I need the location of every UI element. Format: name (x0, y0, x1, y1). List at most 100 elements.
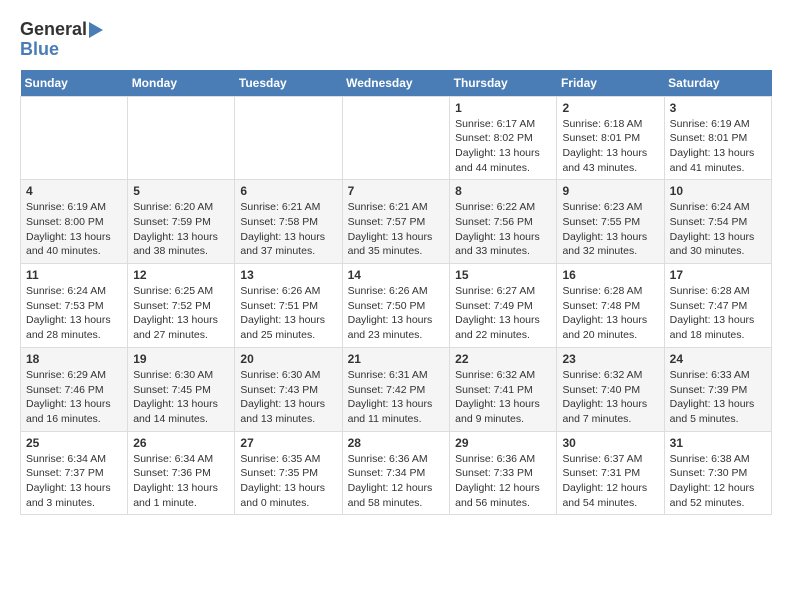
calendar-cell: 17 Sunrise: 6:28 AM Sunset: 7:47 PM Dayli… (664, 264, 771, 348)
day-info: Sunrise: 6:28 AM Sunset: 7:47 PM Dayligh… (670, 284, 766, 343)
day-info: Sunrise: 6:34 AM Sunset: 7:36 PM Dayligh… (133, 452, 229, 511)
day-info: Sunrise: 6:32 AM Sunset: 7:41 PM Dayligh… (455, 368, 551, 427)
calendar-cell (342, 96, 450, 180)
day-info: Sunrise: 6:18 AM Sunset: 8:01 PM Dayligh… (562, 117, 658, 176)
calendar-cell: 20 Sunrise: 6:30 AM Sunset: 7:43 PM Dayli… (235, 347, 342, 431)
day-number: 17 (670, 268, 766, 282)
day-number: 9 (562, 184, 658, 198)
day-number: 18 (26, 352, 122, 366)
weekday-header-tuesday: Tuesday (235, 70, 342, 97)
day-number: 11 (26, 268, 122, 282)
calendar-cell (128, 96, 235, 180)
logo-general: General (20, 20, 87, 40)
day-number: 1 (455, 101, 551, 115)
calendar-cell: 19 Sunrise: 6:30 AM Sunset: 7:45 PM Dayli… (128, 347, 235, 431)
day-info: Sunrise: 6:19 AM Sunset: 8:01 PM Dayligh… (670, 117, 766, 176)
calendar-cell: 6 Sunrise: 6:21 AM Sunset: 7:58 PM Daylig… (235, 180, 342, 264)
weekday-header-wednesday: Wednesday (342, 70, 450, 97)
calendar-cell: 7 Sunrise: 6:21 AM Sunset: 7:57 PM Daylig… (342, 180, 450, 264)
calendar-cell: 21Sunrise: 6:31 AM Sunset: 7:42 PM Dayli… (342, 347, 450, 431)
calendar-table: SundayMondayTuesdayWednesdayThursdayFrid… (20, 70, 772, 516)
calendar-cell (235, 96, 342, 180)
calendar-cell: 22 Sunrise: 6:32 AM Sunset: 7:41 PM Dayli… (450, 347, 557, 431)
day-info: Sunrise: 6:38 AM Sunset: 7:30 PM Dayligh… (670, 452, 766, 511)
day-info: Sunrise: 6:36 AM Sunset: 7:33 PM Dayligh… (455, 452, 551, 511)
logo: General Blue (20, 20, 103, 60)
day-info: Sunrise: 6:22 AM Sunset: 7:56 PM Dayligh… (455, 200, 551, 259)
day-info: Sunrise: 6:23 AM Sunset: 7:55 PM Dayligh… (562, 200, 658, 259)
calendar-cell: 15Sunrise: 6:27 AM Sunset: 7:49 PM Dayli… (450, 264, 557, 348)
calendar-cell: 3Sunrise: 6:19 AM Sunset: 8:01 PM Daylig… (664, 96, 771, 180)
day-info: Sunrise: 6:30 AM Sunset: 7:45 PM Dayligh… (133, 368, 229, 427)
day-info: Sunrise: 6:24 AM Sunset: 7:54 PM Dayligh… (670, 200, 766, 259)
calendar-cell: 2 Sunrise: 6:18 AM Sunset: 8:01 PM Daylig… (557, 96, 664, 180)
calendar-cell: 26 Sunrise: 6:34 AM Sunset: 7:36 PM Dayli… (128, 431, 235, 515)
calendar-cell: 31 Sunrise: 6:38 AM Sunset: 7:30 PM Dayli… (664, 431, 771, 515)
calendar-week-row: 25 Sunrise: 6:34 AM Sunset: 7:37 PM Dayli… (21, 431, 772, 515)
day-info: Sunrise: 6:35 AM Sunset: 7:35 PM Dayligh… (240, 452, 336, 511)
day-info: Sunrise: 6:37 AM Sunset: 7:31 PM Dayligh… (562, 452, 658, 511)
day-info: Sunrise: 6:25 AM Sunset: 7:52 PM Dayligh… (133, 284, 229, 343)
calendar-cell (21, 96, 128, 180)
day-number: 12 (133, 268, 229, 282)
calendar-cell: 28Sunrise: 6:36 AM Sunset: 7:34 PM Dayli… (342, 431, 450, 515)
day-number: 10 (670, 184, 766, 198)
calendar-cell: 13 Sunrise: 6:26 AM Sunset: 7:51 PM Dayli… (235, 264, 342, 348)
day-info: Sunrise: 6:36 AM Sunset: 7:34 PM Dayligh… (348, 452, 445, 511)
day-number: 24 (670, 352, 766, 366)
calendar-cell: 29 Sunrise: 6:36 AM Sunset: 7:33 PM Dayli… (450, 431, 557, 515)
logo-blue: Blue (20, 40, 59, 60)
calendar-cell: 5Sunrise: 6:20 AM Sunset: 7:59 PM Daylig… (128, 180, 235, 264)
day-number: 31 (670, 436, 766, 450)
day-info: Sunrise: 6:28 AM Sunset: 7:48 PM Dayligh… (562, 284, 658, 343)
calendar-cell: 4Sunrise: 6:19 AM Sunset: 8:00 PM Daylig… (21, 180, 128, 264)
calendar-cell: 25 Sunrise: 6:34 AM Sunset: 7:37 PM Dayli… (21, 431, 128, 515)
calendar-cell: 14 Sunrise: 6:26 AM Sunset: 7:50 PM Dayli… (342, 264, 450, 348)
calendar-cell: 27Sunrise: 6:35 AM Sunset: 7:35 PM Dayli… (235, 431, 342, 515)
day-number: 22 (455, 352, 551, 366)
calendar-week-row: 4Sunrise: 6:19 AM Sunset: 8:00 PM Daylig… (21, 180, 772, 264)
calendar-cell: 1 Sunrise: 6:17 AM Sunset: 8:02 PM Daylig… (450, 96, 557, 180)
day-info: Sunrise: 6:34 AM Sunset: 7:37 PM Dayligh… (26, 452, 122, 511)
calendar-week-row: 1 Sunrise: 6:17 AM Sunset: 8:02 PM Daylig… (21, 96, 772, 180)
page-header: General Blue (20, 20, 772, 60)
calendar-cell: 11 Sunrise: 6:24 AM Sunset: 7:53 PM Dayli… (21, 264, 128, 348)
calendar-cell: 18Sunrise: 6:29 AM Sunset: 7:46 PM Dayli… (21, 347, 128, 431)
day-number: 19 (133, 352, 229, 366)
day-number: 26 (133, 436, 229, 450)
day-info: Sunrise: 6:24 AM Sunset: 7:53 PM Dayligh… (26, 284, 122, 343)
day-info: Sunrise: 6:32 AM Sunset: 7:40 PM Dayligh… (562, 368, 658, 427)
weekday-header-sunday: Sunday (21, 70, 128, 97)
day-info: Sunrise: 6:17 AM Sunset: 8:02 PM Dayligh… (455, 117, 551, 176)
day-number: 20 (240, 352, 336, 366)
day-number: 14 (348, 268, 445, 282)
day-info: Sunrise: 6:31 AM Sunset: 7:42 PM Dayligh… (348, 368, 445, 427)
day-number: 2 (562, 101, 658, 115)
weekday-header-thursday: Thursday (450, 70, 557, 97)
day-number: 6 (240, 184, 336, 198)
day-info: Sunrise: 6:26 AM Sunset: 7:50 PM Dayligh… (348, 284, 445, 343)
day-number: 4 (26, 184, 122, 198)
day-number: 29 (455, 436, 551, 450)
day-info: Sunrise: 6:21 AM Sunset: 7:57 PM Dayligh… (348, 200, 445, 259)
weekday-header-friday: Friday (557, 70, 664, 97)
day-info: Sunrise: 6:26 AM Sunset: 7:51 PM Dayligh… (240, 284, 336, 343)
day-number: 30 (562, 436, 658, 450)
day-info: Sunrise: 6:33 AM Sunset: 7:39 PM Dayligh… (670, 368, 766, 427)
day-info: Sunrise: 6:21 AM Sunset: 7:58 PM Dayligh… (240, 200, 336, 259)
day-info: Sunrise: 6:30 AM Sunset: 7:43 PM Dayligh… (240, 368, 336, 427)
day-number: 5 (133, 184, 229, 198)
day-number: 13 (240, 268, 336, 282)
day-number: 8 (455, 184, 551, 198)
calendar-week-row: 11 Sunrise: 6:24 AM Sunset: 7:53 PM Dayli… (21, 264, 772, 348)
calendar-cell: 24 Sunrise: 6:33 AM Sunset: 7:39 PM Dayli… (664, 347, 771, 431)
calendar-cell: 16Sunrise: 6:28 AM Sunset: 7:48 PM Dayli… (557, 264, 664, 348)
calendar-cell: 30 Sunrise: 6:37 AM Sunset: 7:31 PM Dayli… (557, 431, 664, 515)
day-number: 25 (26, 436, 122, 450)
calendar-cell: 8 Sunrise: 6:22 AM Sunset: 7:56 PM Daylig… (450, 180, 557, 264)
day-number: 7 (348, 184, 445, 198)
day-number: 23 (562, 352, 658, 366)
calendar-cell: 10 Sunrise: 6:24 AM Sunset: 7:54 PM Dayli… (664, 180, 771, 264)
calendar-cell: 9 Sunrise: 6:23 AM Sunset: 7:55 PM Daylig… (557, 180, 664, 264)
calendar-header-row: SundayMondayTuesdayWednesdayThursdayFrid… (21, 70, 772, 97)
